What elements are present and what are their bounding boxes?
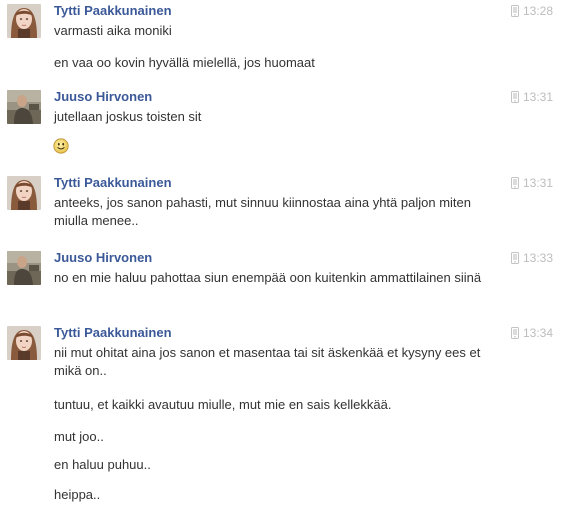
author-name[interactable]: Tytti Paakkunainen — [54, 175, 172, 190]
mobile-phone-icon — [510, 327, 519, 339]
author-name[interactable]: Tytti Paakkunainen — [54, 325, 172, 340]
timestamp-text: 13:31 — [522, 176, 553, 190]
message-text: jutellaan joskus toisten sit — [54, 109, 202, 124]
timestamp-text: 13:31 — [522, 90, 553, 104]
message-timestamp: 13:31 — [510, 176, 553, 190]
message-text: mut joo.. — [54, 429, 104, 444]
timestamp-text: 13:34 — [522, 326, 553, 340]
author-name[interactable]: Juuso Hirvonen — [54, 250, 152, 265]
message-text: heippa.. — [54, 487, 101, 502]
message-text: en vaa oo kovin hyvällä mielellä, jos hu… — [54, 55, 315, 70]
timestamp-text: 13:33 — [522, 251, 553, 265]
timestamp-text: 13:28 — [522, 4, 553, 18]
message-text: nii mut ohitat aina jos sanon et masenta… — [54, 345, 481, 378]
message-timestamp: 13:31 — [510, 90, 553, 104]
smile-emoticon-icon — [53, 138, 69, 154]
author-name[interactable]: Juuso Hirvonen — [54, 89, 152, 104]
message-timestamp: 13:33 — [510, 251, 553, 265]
female-profile-avatar[interactable] — [7, 326, 41, 360]
message-text: no en mie haluu pahottaa siun enempää oo… — [54, 270, 482, 285]
message-timestamp: 13:28 — [510, 4, 553, 18]
message-text: en haluu puhuu.. — [54, 457, 151, 472]
author-name[interactable]: Tytti Paakkunainen — [54, 3, 172, 18]
chat-thread: Tytti Paakkunainen 13:28 varmasti aika m… — [0, 0, 564, 518]
female-profile-avatar[interactable] — [7, 176, 41, 210]
mobile-phone-icon — [510, 252, 519, 264]
male-profile-avatar[interactable] — [7, 251, 41, 285]
female-profile-avatar[interactable] — [7, 4, 41, 38]
mobile-phone-icon — [510, 91, 519, 103]
message-text: varmasti aika moniki — [54, 23, 172, 38]
message-timestamp: 13:34 — [510, 326, 553, 340]
message-text: tuntuu, et kaikki avautuu miulle, mut mi… — [54, 397, 392, 412]
mobile-phone-icon — [510, 177, 519, 189]
male-profile-avatar[interactable] — [7, 90, 41, 124]
message-text: anteeks, jos sanon pahasti, mut sinnuu k… — [54, 195, 471, 228]
mobile-phone-icon — [510, 5, 519, 17]
